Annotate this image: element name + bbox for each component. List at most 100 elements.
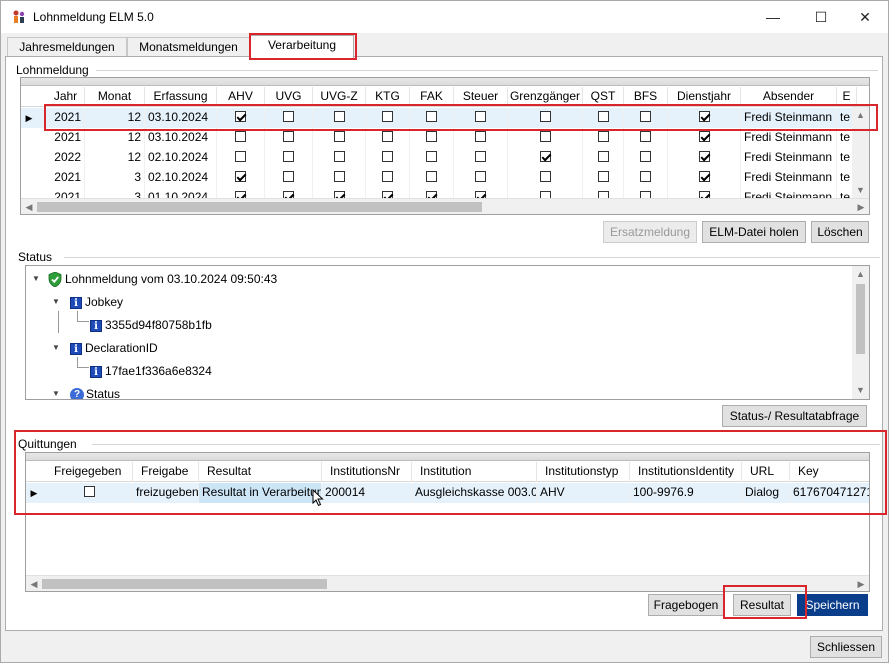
table-cell[interactable]: 200014 — [322, 483, 412, 503]
table-cell[interactable] — [217, 168, 265, 188]
table-cell[interactable]: AHV — [537, 483, 630, 503]
table-cell[interactable] — [265, 128, 313, 148]
table-cell[interactable]: 12 — [85, 148, 145, 168]
column-header[interactable]: Absender — [741, 87, 837, 107]
column-header[interactable]: Erfassung — [145, 87, 217, 107]
table-cell[interactable] — [508, 148, 583, 168]
table-cell[interactable] — [668, 148, 741, 168]
tab-verarbeitung[interactable]: Verarbeitung — [250, 35, 354, 58]
checkbox[interactable] — [235, 111, 246, 123]
table-row[interactable]: ▶ freizugeben Resultat in Verarbeitung 2000… — [26, 483, 869, 503]
table-cell[interactable]: Fredi Steinmann — [741, 148, 837, 168]
freigegeben-checkbox[interactable] — [83, 486, 95, 498]
close-button[interactable]: ✕ — [842, 1, 888, 33]
table-cell[interactable] — [454, 128, 508, 148]
table-cell[interactable] — [583, 128, 624, 148]
checkbox[interactable] — [382, 151, 393, 163]
schliessen-button[interactable]: Schliessen — [810, 636, 882, 658]
column-header[interactable]: InstitutionsIdentity — [630, 462, 742, 482]
table-cell[interactable]: 2021 — [47, 108, 85, 128]
fragebogen-button[interactable]: Fragebogen — [648, 594, 724, 616]
checkbox[interactable] — [539, 171, 551, 183]
column-header[interactable]: QST — [583, 87, 624, 107]
checkbox[interactable] — [382, 111, 393, 123]
table-cell[interactable] — [508, 168, 583, 188]
table-cell[interactable] — [313, 148, 366, 168]
column-header[interactable]: UVG-Z — [313, 87, 366, 107]
table-cell[interactable] — [313, 108, 366, 128]
speichern-button[interactable]: Speichern — [797, 594, 868, 616]
column-header[interactable]: FAK — [410, 87, 454, 107]
table-cell[interactable]: 03.10.2024 — [145, 108, 217, 128]
table-cell[interactable] — [624, 168, 668, 188]
checkbox[interactable] — [475, 151, 486, 163]
column-header[interactable]: Steuer — [454, 87, 508, 107]
checkbox[interactable] — [426, 111, 437, 123]
quittungen-hscroll[interactable]: ◀ ▶ — [26, 575, 869, 591]
checkbox[interactable] — [283, 111, 294, 123]
checkbox[interactable] — [283, 171, 294, 183]
table-cell[interactable] — [265, 168, 313, 188]
scroll-right-icon[interactable]: ▶ — [853, 576, 869, 591]
table-row[interactable]: 2022 12 02.10.2024 Fredi Steinmann te — [21, 148, 869, 168]
table-cell[interactable] — [217, 128, 265, 148]
scroll-up-icon[interactable]: ▲ — [852, 266, 869, 283]
table-cell[interactable]: 02.10.2024 — [145, 168, 217, 188]
column-header[interactable]: BFS — [624, 87, 668, 107]
maximize-button[interactable]: ☐ — [798, 1, 844, 33]
table-cell[interactable] — [265, 108, 313, 128]
ersatzmeldung-button[interactable]: Ersatzmeldung — [603, 221, 697, 243]
table-cell[interactable] — [265, 148, 313, 168]
table-cell[interactable]: Fredi Steinmann — [741, 108, 837, 128]
elm-datei-holen-button[interactable]: ELM-Datei holen — [702, 221, 806, 243]
checkbox[interactable] — [640, 111, 651, 123]
table-cell[interactable] — [366, 128, 410, 148]
checkbox[interactable] — [283, 131, 294, 143]
table-cell[interactable]: 2022 — [47, 148, 85, 168]
column-header[interactable]: Key — [790, 462, 869, 482]
table-cell[interactable]: 100-9976.9 — [630, 483, 742, 503]
checkbox[interactable] — [235, 131, 246, 143]
table-cell[interactable]: 03.10.2024 — [145, 128, 217, 148]
column-header[interactable]: E — [837, 87, 857, 107]
table-cell[interactable]: 12 — [85, 128, 145, 148]
status-tree[interactable]: ▼ Lohnmeldung vom 03.10.2024 09:50:43 ▼ … — [25, 265, 870, 400]
tree-node-jobkey[interactable]: i Jobkey — [70, 293, 123, 311]
table-cell[interactable] — [508, 128, 583, 148]
checkbox[interactable] — [426, 151, 437, 163]
table-cell[interactable] — [313, 128, 366, 148]
checkbox[interactable] — [597, 131, 609, 143]
checkbox[interactable] — [539, 131, 551, 143]
checkbox[interactable] — [235, 171, 246, 183]
expand-toggle-icon[interactable]: ▼ — [32, 274, 40, 283]
table-cell[interactable]: Ausgleichskasse 003.000 — [412, 483, 537, 503]
column-header[interactable]: Institutionstyp — [537, 462, 630, 482]
table-cell[interactable]: 3 — [85, 168, 145, 188]
tree-node-root[interactable]: Lohnmeldung vom 03.10.2024 09:50:43 — [48, 270, 277, 288]
checkbox[interactable] — [426, 171, 437, 183]
expand-toggle-icon[interactable]: ▼ — [52, 389, 60, 398]
checkbox[interactable] — [235, 151, 246, 163]
table-cell[interactable]: Resultat in Verarbeitung — [199, 483, 322, 503]
column-header[interactable]: Monat — [85, 87, 145, 107]
table-cell[interactable]: Fredi Steinmann — [741, 168, 837, 188]
table-cell[interactable] — [454, 168, 508, 188]
table-cell[interactable] — [454, 108, 508, 128]
lohnmeldung-grid[interactable]: Jahr Monat Erfassung AHV UVG UVG-Z KTG FAK Steue… — [20, 77, 870, 215]
table-cell[interactable]: 2021 — [47, 128, 85, 148]
table-cell[interactable] — [583, 168, 624, 188]
table-cell[interactable] — [624, 128, 668, 148]
checkbox[interactable] — [597, 111, 609, 123]
table-cell[interactable] — [410, 168, 454, 188]
status-resultatabfrage-button[interactable]: Status-/ Resultatabfrage — [722, 405, 867, 427]
lohnmeldung-hscroll[interactable]: ◀ ▶ — [21, 198, 869, 214]
column-header[interactable]: UVG — [265, 87, 313, 107]
column-header[interactable]: Dienstjahr — [668, 87, 741, 107]
checkbox[interactable] — [333, 111, 345, 123]
table-cell[interactable]: 02.10.2024 — [145, 148, 217, 168]
checkbox[interactable] — [597, 151, 609, 163]
tree-node-jobkey-value[interactable]: i 3355d94f80758b1fb — [90, 316, 212, 334]
scroll-down-icon[interactable]: ▼ — [852, 182, 869, 199]
checkbox[interactable] — [426, 131, 437, 143]
table-cell[interactable] — [583, 148, 624, 168]
